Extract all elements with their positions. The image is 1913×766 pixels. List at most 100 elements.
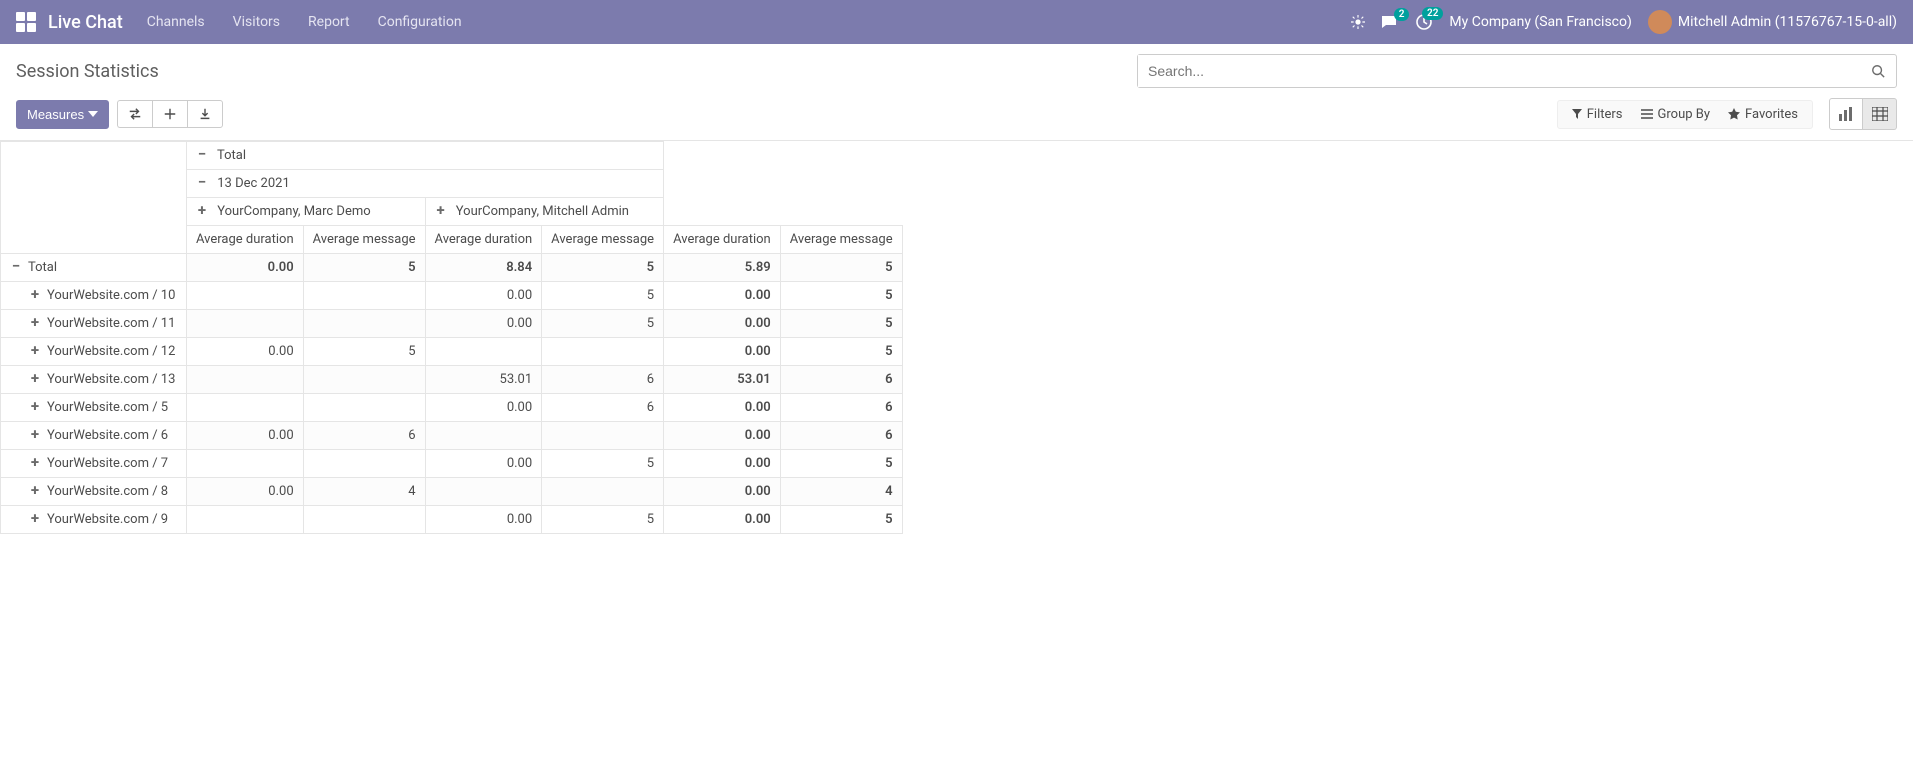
user-menu[interactable]: Mitchell Admin (11576767-15-0-all) bbox=[1648, 10, 1897, 34]
activities-icon[interactable]: 22 bbox=[1415, 13, 1433, 31]
cell[interactable]: 5 bbox=[780, 338, 902, 366]
company-selector[interactable]: My Company (San Francisco) bbox=[1449, 14, 1631, 30]
search-input[interactable] bbox=[1138, 55, 1860, 87]
cell[interactable]: 6 bbox=[780, 394, 902, 422]
plus-icon[interactable]: + bbox=[29, 484, 41, 496]
measure-header[interactable]: Average duration bbox=[664, 226, 781, 254]
plus-icon[interactable]: + bbox=[29, 288, 41, 300]
pivot-view-button[interactable] bbox=[1863, 98, 1897, 130]
cell[interactable]: 6 bbox=[542, 394, 664, 422]
cell[interactable]: 5 bbox=[542, 310, 664, 338]
cell[interactable] bbox=[303, 366, 425, 394]
favorites-menu[interactable]: Favorites bbox=[1728, 107, 1798, 122]
cell[interactable]: 5 bbox=[780, 450, 902, 478]
cell[interactable]: 5 bbox=[780, 506, 902, 534]
cell[interactable]: 0.00 bbox=[664, 394, 781, 422]
row-header[interactable]: +YourWebsite.com / 9 bbox=[1, 506, 187, 534]
groupby-menu[interactable]: Group By bbox=[1641, 107, 1711, 122]
row-header[interactable]: +YourWebsite.com / 6 bbox=[1, 422, 187, 450]
search-button[interactable] bbox=[1860, 55, 1896, 87]
cell[interactable]: 0.00 bbox=[187, 254, 304, 282]
row-header[interactable]: +YourWebsite.com / 5 bbox=[1, 394, 187, 422]
cell[interactable]: 6 bbox=[303, 422, 425, 450]
cell[interactable]: 0.00 bbox=[425, 394, 542, 422]
cell[interactable]: 0.00 bbox=[187, 338, 304, 366]
cell[interactable]: 4 bbox=[780, 478, 902, 506]
row-header[interactable]: +YourWebsite.com / 11 bbox=[1, 310, 187, 338]
col-header-group2[interactable]: + YourCompany, Mitchell Admin bbox=[425, 198, 664, 226]
cell[interactable]: 0.00 bbox=[664, 282, 781, 310]
cell[interactable] bbox=[303, 506, 425, 534]
minus-icon[interactable]: − bbox=[196, 176, 208, 188]
measures-button[interactable]: Measures bbox=[16, 100, 109, 129]
cell[interactable]: 8.84 bbox=[425, 254, 542, 282]
cell[interactable] bbox=[303, 310, 425, 338]
filters-menu[interactable]: Filters bbox=[1572, 107, 1623, 122]
plus-icon[interactable]: + bbox=[435, 204, 447, 216]
row-header[interactable]: +YourWebsite.com / 7 bbox=[1, 450, 187, 478]
measure-header[interactable]: Average duration bbox=[187, 226, 304, 254]
cell[interactable] bbox=[187, 394, 304, 422]
nav-link-channels[interactable]: Channels bbox=[147, 14, 205, 30]
cell[interactable]: 5 bbox=[542, 506, 664, 534]
nav-link-configuration[interactable]: Configuration bbox=[378, 14, 462, 30]
nav-link-report[interactable]: Report bbox=[308, 14, 350, 30]
cell[interactable]: 0.00 bbox=[664, 478, 781, 506]
cell[interactable]: 53.01 bbox=[425, 366, 542, 394]
measure-header[interactable]: Average message bbox=[303, 226, 425, 254]
cell[interactable]: 5 bbox=[542, 254, 664, 282]
app-brand[interactable]: Live Chat bbox=[48, 12, 123, 33]
cell[interactable]: 53.01 bbox=[664, 366, 781, 394]
cell[interactable]: 0.00 bbox=[425, 310, 542, 338]
cell[interactable]: 5.89 bbox=[664, 254, 781, 282]
row-header[interactable]: +YourWebsite.com / 13 bbox=[1, 366, 187, 394]
cell[interactable]: 5 bbox=[542, 450, 664, 478]
plus-icon[interactable]: + bbox=[29, 316, 41, 328]
download-button[interactable] bbox=[187, 100, 223, 128]
cell[interactable]: 6 bbox=[780, 422, 902, 450]
cell[interactable] bbox=[303, 394, 425, 422]
row-header[interactable]: +YourWebsite.com / 8 bbox=[1, 478, 187, 506]
plus-icon[interactable]: + bbox=[29, 456, 41, 468]
plus-icon[interactable]: + bbox=[196, 204, 208, 216]
cell[interactable]: 5 bbox=[303, 254, 425, 282]
cell[interactable]: 0.00 bbox=[664, 450, 781, 478]
expand-all-button[interactable] bbox=[152, 100, 187, 128]
cell[interactable]: 0.00 bbox=[425, 450, 542, 478]
cell[interactable]: 5 bbox=[780, 282, 902, 310]
cell[interactable]: 5 bbox=[780, 254, 902, 282]
col-header-group1[interactable]: + YourCompany, Marc Demo bbox=[187, 198, 426, 226]
debug-icon[interactable] bbox=[1351, 15, 1365, 29]
col-header-total[interactable]: − Total bbox=[187, 142, 664, 170]
measure-header[interactable]: Average message bbox=[780, 226, 902, 254]
cell[interactable]: 0.00 bbox=[664, 422, 781, 450]
cell[interactable] bbox=[542, 478, 664, 506]
cell[interactable]: 0.00 bbox=[664, 338, 781, 366]
cell[interactable]: 5 bbox=[780, 310, 902, 338]
cell[interactable]: 5 bbox=[542, 282, 664, 310]
cell[interactable]: 0.00 bbox=[664, 310, 781, 338]
row-header[interactable]: +YourWebsite.com / 10 bbox=[1, 282, 187, 310]
minus-icon[interactable]: − bbox=[10, 260, 22, 272]
col-header-date[interactable]: − 13 Dec 2021 bbox=[187, 170, 664, 198]
cell[interactable] bbox=[303, 450, 425, 478]
plus-icon[interactable]: + bbox=[29, 400, 41, 412]
cell[interactable] bbox=[187, 506, 304, 534]
cell[interactable]: 0.00 bbox=[425, 282, 542, 310]
cell[interactable]: 0.00 bbox=[664, 506, 781, 534]
measure-header[interactable]: Average duration bbox=[425, 226, 542, 254]
cell[interactable] bbox=[187, 366, 304, 394]
cell[interactable] bbox=[303, 282, 425, 310]
cell[interactable]: 0.00 bbox=[187, 478, 304, 506]
cell[interactable] bbox=[542, 338, 664, 366]
plus-icon[interactable]: + bbox=[29, 344, 41, 356]
plus-icon[interactable]: + bbox=[29, 372, 41, 384]
cell[interactable]: 0.00 bbox=[187, 422, 304, 450]
cell[interactable]: 6 bbox=[780, 366, 902, 394]
graph-view-button[interactable] bbox=[1829, 98, 1863, 130]
row-header[interactable]: +YourWebsite.com / 12 bbox=[1, 338, 187, 366]
measure-header[interactable]: Average message bbox=[542, 226, 664, 254]
cell[interactable] bbox=[187, 282, 304, 310]
cell[interactable]: 0.00 bbox=[425, 506, 542, 534]
cell[interactable] bbox=[542, 422, 664, 450]
